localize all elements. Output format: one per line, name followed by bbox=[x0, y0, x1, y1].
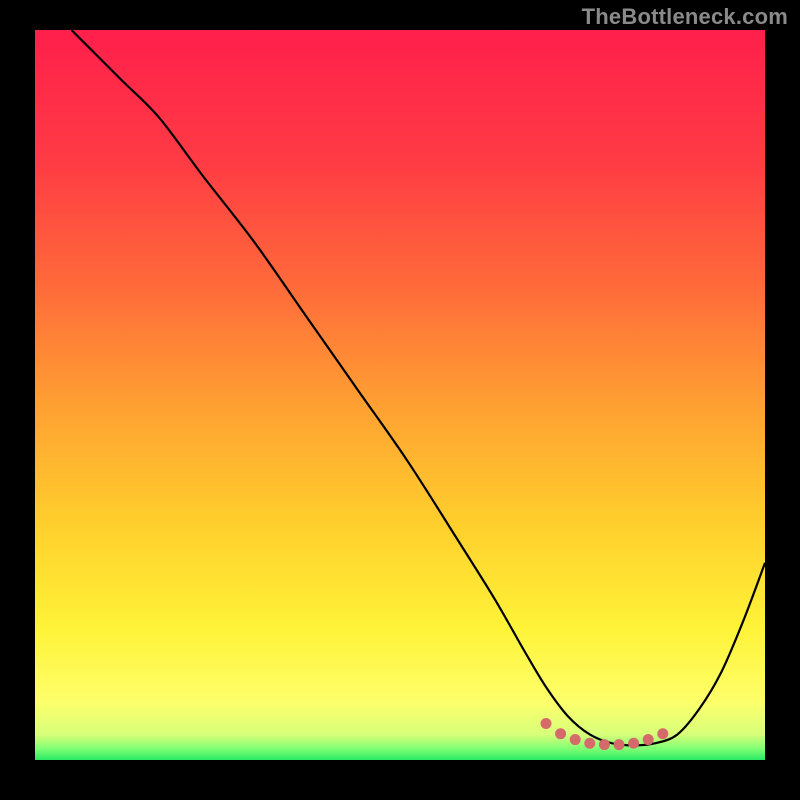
chart-background bbox=[35, 30, 765, 760]
flat-marker bbox=[570, 734, 581, 745]
flat-marker bbox=[614, 739, 625, 750]
chart-frame bbox=[35, 30, 765, 760]
flat-marker bbox=[555, 728, 566, 739]
chart-plot bbox=[35, 30, 765, 760]
flat-marker bbox=[541, 718, 552, 729]
flat-marker bbox=[657, 728, 668, 739]
flat-marker bbox=[643, 734, 654, 745]
watermark-text: TheBottleneck.com bbox=[582, 4, 788, 30]
flat-marker bbox=[584, 738, 595, 749]
flat-marker bbox=[628, 738, 639, 749]
flat-marker bbox=[599, 739, 610, 750]
